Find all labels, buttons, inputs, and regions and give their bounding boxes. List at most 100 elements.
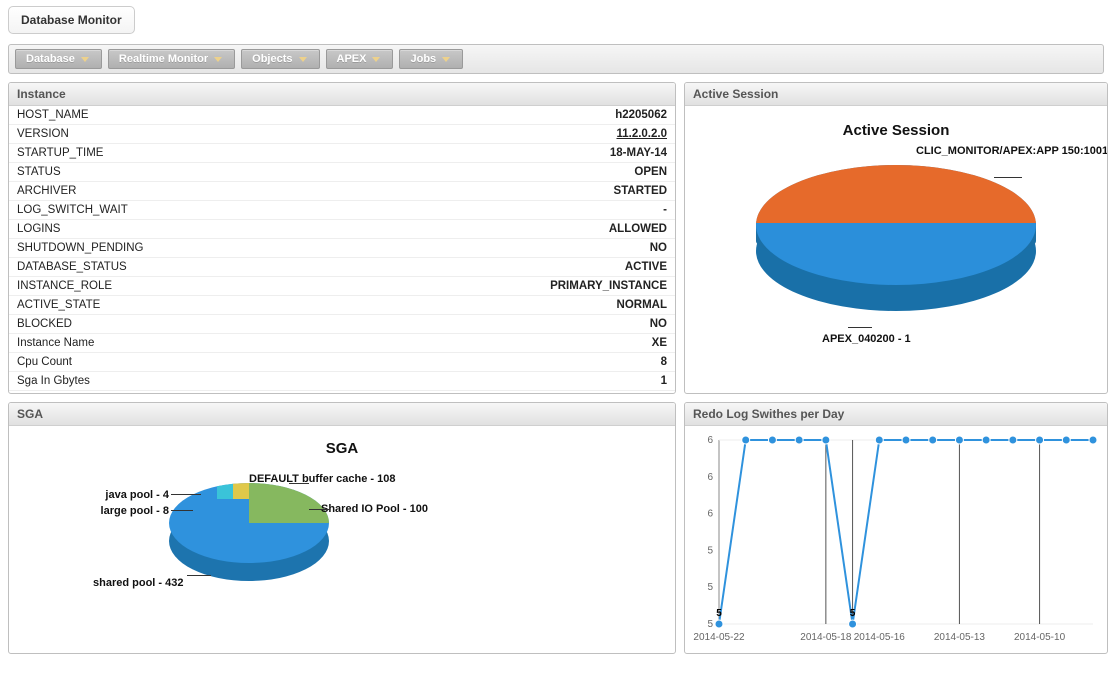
instance-row-key: SHUTDOWN_PENDING	[17, 241, 144, 255]
instance-row-value: 8	[661, 355, 667, 369]
menubar: Database Realtime Monitor Objects APEX J…	[8, 44, 1104, 74]
instance-row-key: VERSION	[17, 127, 69, 141]
region-header-redo: Redo Log Swithes per Day	[685, 403, 1107, 426]
chevron-down-icon	[299, 57, 307, 62]
menu-objects[interactable]: Objects	[241, 49, 319, 69]
instance-row-value: XE	[652, 336, 667, 350]
instance-row-value: ALLOWED	[609, 222, 667, 236]
svg-text:5: 5	[707, 582, 713, 593]
instance-row: DATABASE_STATUS ACTIVE	[9, 258, 675, 277]
svg-text:6: 6	[983, 432, 989, 435]
chevron-down-icon	[372, 57, 380, 62]
svg-text:2014-05-22: 2014-05-22	[693, 632, 745, 642]
svg-text:6: 6	[770, 432, 776, 435]
instance-row-value: h2205062	[615, 108, 667, 122]
sga-label-shared-io: Shared IO Pool - 100	[321, 503, 428, 515]
region-sga: SGA SGA java pool - 4 large pool - 8	[8, 402, 676, 654]
instance-row-key: STARTUP_TIME	[17, 146, 103, 160]
sga-chart: SGA java pool - 4 large pool - 8 shared …	[9, 426, 675, 654]
instance-row-key: LOGINS	[17, 222, 60, 236]
instance-row-value: 18-MAY-14	[610, 146, 667, 160]
sga-label-shared-pool: shared pool - 432	[93, 577, 183, 589]
instance-row: Cpu Count 8	[9, 353, 675, 372]
svg-text:5: 5	[707, 619, 713, 630]
svg-text:6: 6	[707, 435, 713, 446]
menu-jobs[interactable]: Jobs	[399, 49, 463, 69]
region-header-active-session: Active Session	[685, 83, 1107, 106]
svg-text:6: 6	[930, 432, 936, 435]
instance-row-key: Sga In Gbytes	[17, 374, 90, 388]
region-header-sga: SGA	[9, 403, 675, 426]
svg-text:6: 6	[1037, 432, 1043, 435]
instance-row: BLOCKED NO	[9, 315, 675, 334]
instance-row-value[interactable]: 5	[661, 393, 667, 394]
sga-label-buffer-cache: DEFAULT buffer cache - 108	[249, 473, 396, 485]
redo-line-chart-svg: 6665555666656666666662014-05-222014-05-1…	[693, 432, 1099, 642]
instance-row-key: STATUS	[17, 165, 61, 179]
instance-row-value: ACTIVE	[625, 260, 667, 274]
instance-row-key: Cpu Count	[17, 355, 72, 369]
instance-row-value: NO	[650, 317, 667, 331]
region-active-session: Active Session Active Session CLIC_MONIT…	[684, 82, 1108, 394]
instance-row-key: Filesize In Gbyte	[17, 393, 103, 394]
svg-text:5: 5	[707, 545, 713, 556]
menu-database[interactable]: Database	[15, 49, 102, 69]
menu-objects-label: Objects	[252, 53, 292, 65]
svg-text:6: 6	[796, 432, 802, 435]
chevron-down-icon	[81, 57, 89, 62]
svg-text:6: 6	[1010, 432, 1016, 435]
menu-realtime-monitor[interactable]: Realtime Monitor	[108, 49, 235, 69]
instance-row: HOST_NAME h2205062	[9, 106, 675, 125]
svg-text:6: 6	[903, 432, 909, 435]
menu-database-label: Database	[26, 53, 75, 65]
chevron-down-icon	[214, 57, 222, 62]
instance-row-value: 1	[661, 374, 667, 388]
instance-row-value[interactable]: 11.2.0.2.0	[616, 127, 667, 141]
instance-row: Sga In Gbytes 1	[9, 372, 675, 391]
instance-row: STARTUP_TIME 18-MAY-14	[9, 144, 675, 163]
instance-row: SHUTDOWN_PENDINGNO	[9, 239, 675, 258]
app-title-pill[interactable]: Database Monitor	[8, 6, 135, 34]
active-session-label-bottom: APEX_040200 - 1	[822, 333, 911, 345]
active-session-chart-title: Active Session	[695, 122, 1097, 139]
svg-text:6: 6	[707, 509, 713, 520]
instance-row-key: ACTIVE_STATE	[17, 298, 100, 312]
instance-row-key: DATABASE_STATUS	[17, 260, 127, 274]
instance-row-value: PRIMARY_INSTANCE	[550, 279, 667, 293]
instance-row: STATUS OPEN	[9, 163, 675, 182]
menu-jobs-label: Jobs	[410, 53, 436, 65]
instance-row: LOGINS ALLOWED	[9, 220, 675, 239]
svg-text:5: 5	[716, 608, 722, 619]
menu-apex-label: APEX	[337, 53, 367, 65]
region-redo-log: Redo Log Swithes per Day 666555566665666…	[684, 402, 1108, 654]
instance-row-key: LOG_SWITCH_WAIT	[17, 203, 128, 217]
region-header-instance: Instance	[9, 83, 675, 106]
svg-text:6: 6	[957, 432, 963, 435]
instance-row-key: INSTANCE_ROLE	[17, 279, 112, 293]
instance-row: VERSION 11.2.0.2.0	[9, 125, 675, 144]
instance-row: Instance Name XE	[9, 334, 675, 353]
instance-row-value: OPEN	[634, 165, 667, 179]
instance-row-key: Instance Name	[17, 336, 94, 350]
sga-label-large-pool: large pool - 8	[91, 505, 169, 517]
instance-row: ACTIVE_STATE NORMAL	[9, 296, 675, 315]
svg-text:2014-05-16: 2014-05-16	[854, 632, 906, 642]
instance-row-key: BLOCKED	[17, 317, 72, 331]
instance-row-value: NORMAL	[617, 298, 667, 312]
svg-text:6: 6	[1064, 432, 1070, 435]
svg-text:6: 6	[743, 432, 749, 435]
svg-text:6: 6	[823, 432, 829, 435]
menu-apex[interactable]: APEX	[326, 49, 394, 69]
instance-row-key: HOST_NAME	[17, 108, 89, 122]
chevron-down-icon	[442, 57, 450, 62]
instance-body: HOST_NAME h2205062 VERSION 11.2.0.2.0 STARTU…	[9, 106, 675, 394]
instance-row-value: -	[663, 203, 667, 217]
svg-text:2014-05-10: 2014-05-10	[1014, 632, 1066, 642]
svg-text:6: 6	[877, 432, 883, 435]
svg-text:2014-05-18: 2014-05-18	[800, 632, 852, 642]
svg-text:2014-05-13: 2014-05-13	[934, 632, 986, 642]
instance-row-value: STARTED	[614, 184, 667, 198]
menu-realtime-label: Realtime Monitor	[119, 53, 208, 65]
redo-chart: 6665555666656666666662014-05-222014-05-1…	[685, 426, 1107, 647]
region-instance: Instance HOST_NAME h2205062 VERSION 11.2.0.…	[8, 82, 676, 394]
